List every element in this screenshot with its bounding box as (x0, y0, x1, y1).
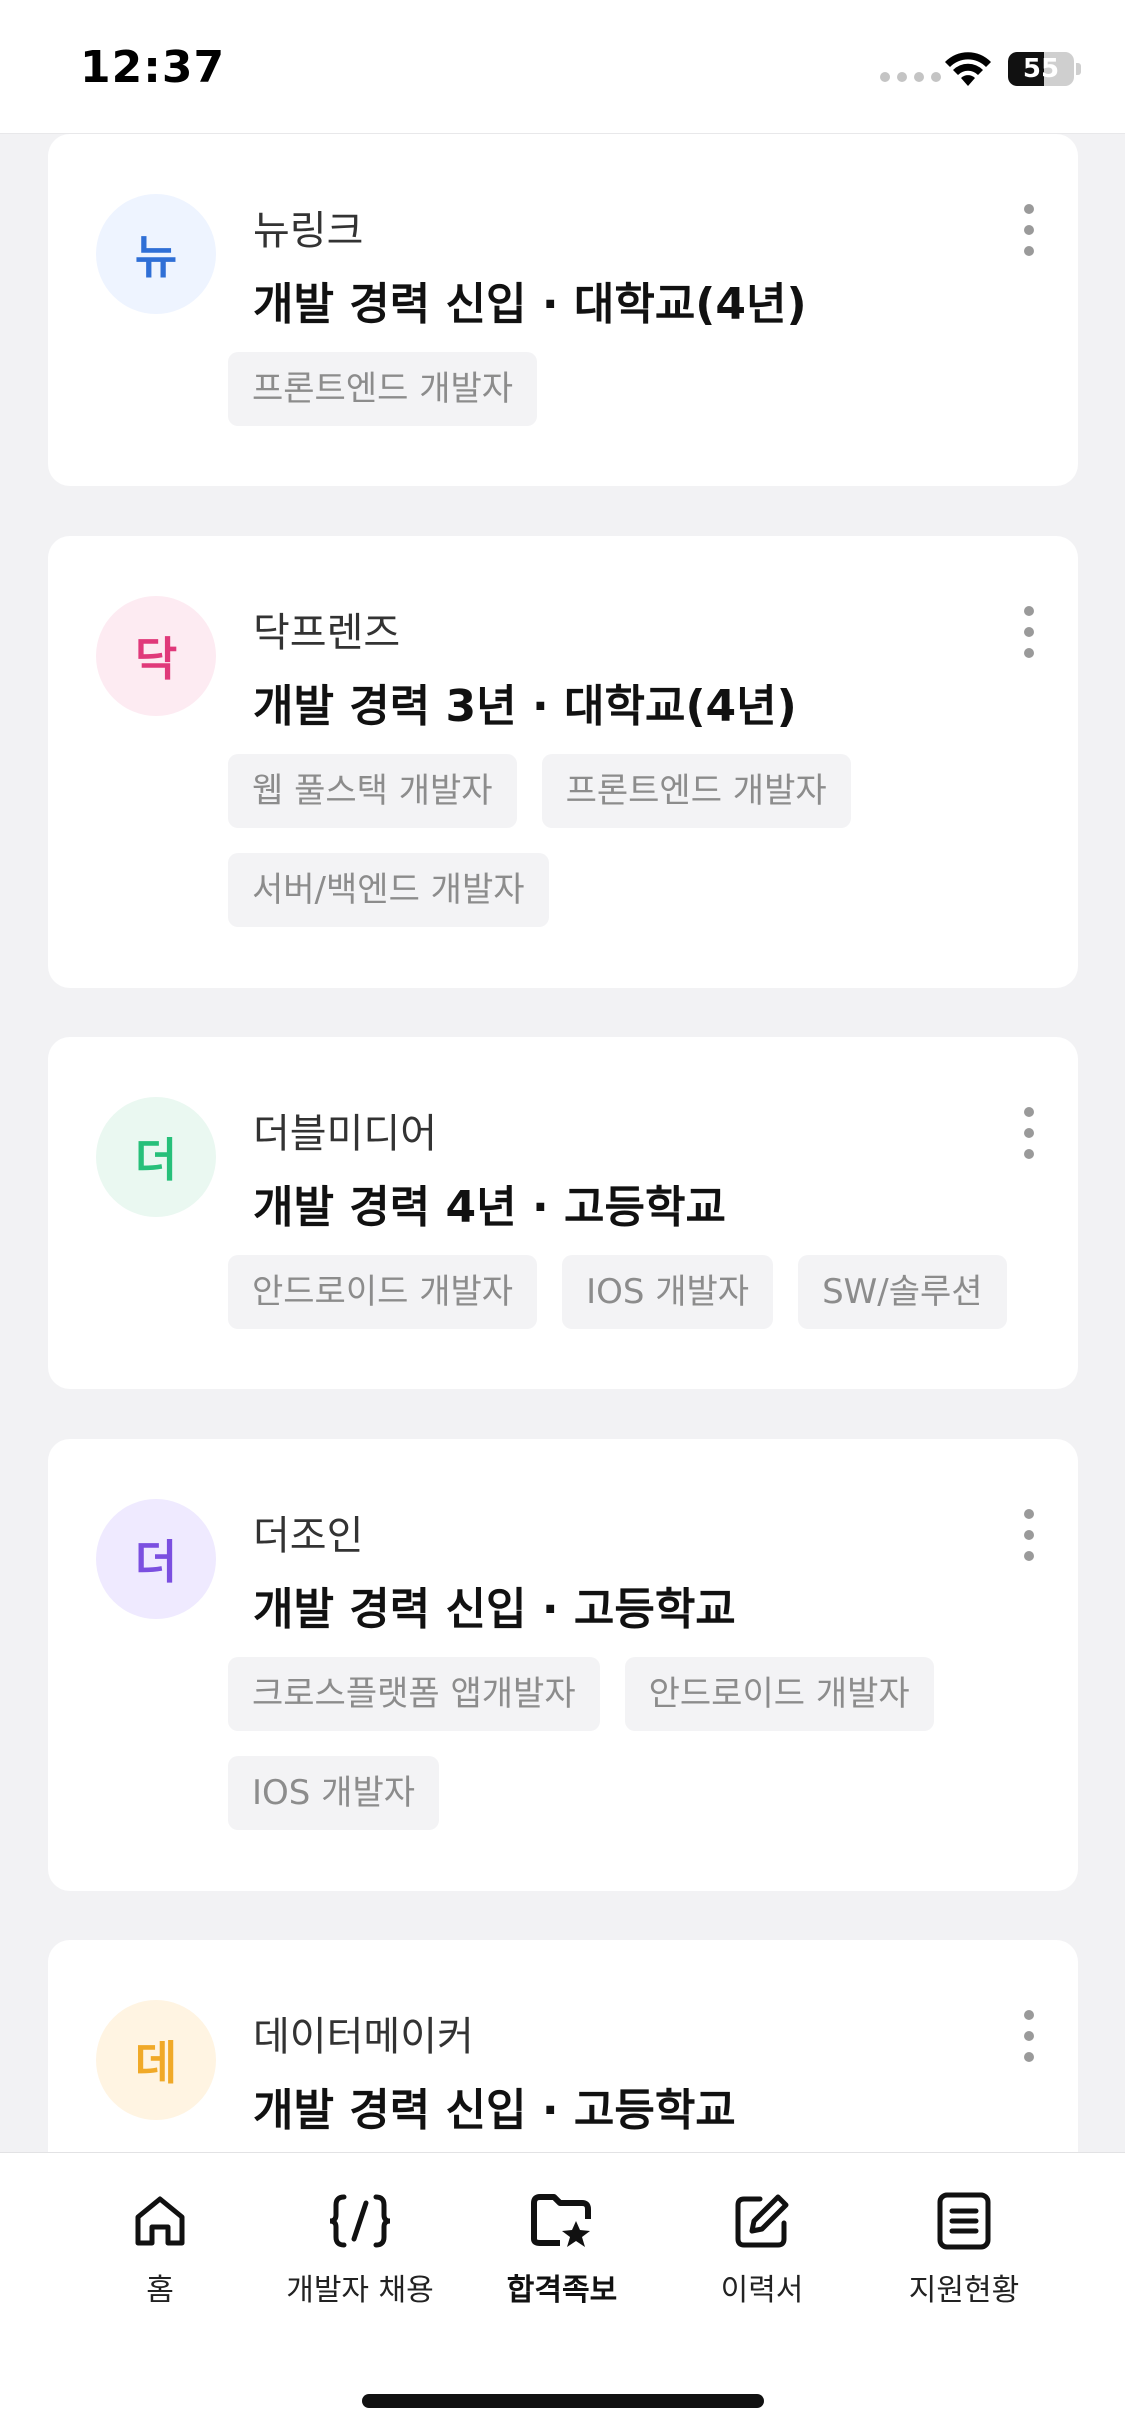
career-education-summary: 개발 경력 신입 · 대학교(4년) (253, 279, 807, 330)
position-tags: 웹 풀스택 개발자 프론트엔드 개발자 서버/백엔드 개발자 (228, 754, 1028, 927)
battery-icon: 55 (1008, 52, 1074, 86)
career-education-summary: 개발 경력 3년 · 대학교(4년) (253, 681, 797, 732)
position-tag: 서버/백엔드 개발자 (228, 853, 549, 927)
more-options-icon[interactable] (1014, 1505, 1044, 1565)
position-tag: IOS 개발자 (562, 1255, 774, 1329)
company-avatar: 데 (96, 2000, 216, 2120)
avatar-initial: 닥 (134, 632, 178, 686)
company-avatar: 뉴 (96, 194, 216, 314)
avatar-initial: 뉴 (134, 230, 178, 284)
company-name: 닥프렌즈 (253, 610, 401, 656)
battery-cap (1076, 63, 1081, 75)
company-name: 더블미디어 (253, 1111, 437, 1157)
tab-label: 합격족보 (506, 2273, 618, 2308)
position-tags: 크로스플랫폼 앱개발자 안드로이드 개발자 IOS 개발자 (228, 1657, 1028, 1830)
position-tag: SW/솔루션 (798, 1255, 1007, 1329)
list-icon (932, 2189, 996, 2253)
avatar-initial: 데 (134, 2036, 178, 2090)
avatar-initial: 더 (134, 1535, 178, 1589)
position-tag: 안드로이드 개발자 (228, 1255, 538, 1329)
tab-label: 지원현황 (908, 2273, 1020, 2308)
home-icon (128, 2189, 192, 2253)
more-options-icon[interactable] (1014, 2006, 1044, 2066)
position-tags: 프론트엔드 개발자 (228, 352, 1028, 426)
position-tags: 안드로이드 개발자 IOS 개발자 SW/솔루션 (228, 1255, 1028, 1329)
career-education-summary: 개발 경력 신입 · 고등학교 (253, 1584, 736, 1635)
tab-resume[interactable]: 이력서 (662, 2189, 862, 2319)
tab-success-stories[interactable]: 합격족보 (462, 2189, 662, 2319)
position-tag: 프론트엔드 개발자 (228, 352, 538, 426)
company-avatar: 닥 (96, 596, 216, 716)
feed-card[interactable]: 닥 닥프렌즈 개발 경력 3년 · 대학교(4년) 웹 풀스택 개발자 프론트엔… (48, 536, 1078, 988)
company-avatar: 더 (96, 1097, 216, 1217)
career-education-summary: 개발 경력 4년 · 고등학교 (253, 1182, 726, 1233)
battery-level: 55 (1022, 54, 1060, 84)
feed-card[interactable]: 뉴 뉴링크 개발 경력 신입 · 대학교(4년) 프론트엔드 개발자 (48, 134, 1078, 486)
feed-card[interactable]: 더 더블미디어 개발 경력 4년 · 고등학교 안드로이드 개발자 IOS 개발… (48, 1037, 1078, 1389)
status-time: 12:37 (80, 42, 226, 93)
tab-label: 개발자 채용 (286, 2273, 434, 2308)
tab-label: 홈 (146, 2273, 174, 2308)
tab-home[interactable]: 홈 (60, 2189, 260, 2319)
company-name: 뉴링크 (253, 208, 364, 254)
code-icon (328, 2189, 392, 2253)
feed-card[interactable]: 더 더조인 개발 경력 신입 · 고등학교 크로스플랫폼 앱개발자 안드로이드 … (48, 1439, 1078, 1891)
tab-application-status[interactable]: 지원현황 (864, 2189, 1064, 2319)
avatar-initial: 더 (134, 1133, 178, 1187)
tab-developer-jobs[interactable]: 개발자 채용 (260, 2189, 460, 2319)
home-indicator[interactable] (362, 2394, 764, 2408)
cellular-signal-icon (880, 72, 941, 82)
position-tag: 웹 풀스택 개발자 (228, 754, 517, 828)
wifi-icon (944, 50, 992, 92)
position-tag: IOS 개발자 (228, 1756, 440, 1830)
company-name: 데이터메이커 (253, 2014, 474, 2060)
tab-label: 이력서 (720, 2273, 804, 2308)
more-options-icon[interactable] (1014, 1103, 1044, 1163)
position-tag: 크로스플랫폼 앱개발자 (228, 1657, 600, 1731)
status-bar: 12:37 55 (0, 0, 1125, 134)
company-avatar: 더 (96, 1499, 216, 1619)
position-tag: 안드로이드 개발자 (624, 1657, 934, 1731)
position-tag: 프론트엔드 개발자 (541, 754, 851, 828)
more-options-icon[interactable] (1014, 602, 1044, 662)
company-name: 더조인 (253, 1513, 364, 1559)
edit-icon (730, 2189, 794, 2253)
career-education-summary: 개발 경력 신입 · 고등학교 (253, 2085, 736, 2136)
star-folder-icon (530, 2189, 594, 2253)
more-options-icon[interactable] (1014, 200, 1044, 260)
